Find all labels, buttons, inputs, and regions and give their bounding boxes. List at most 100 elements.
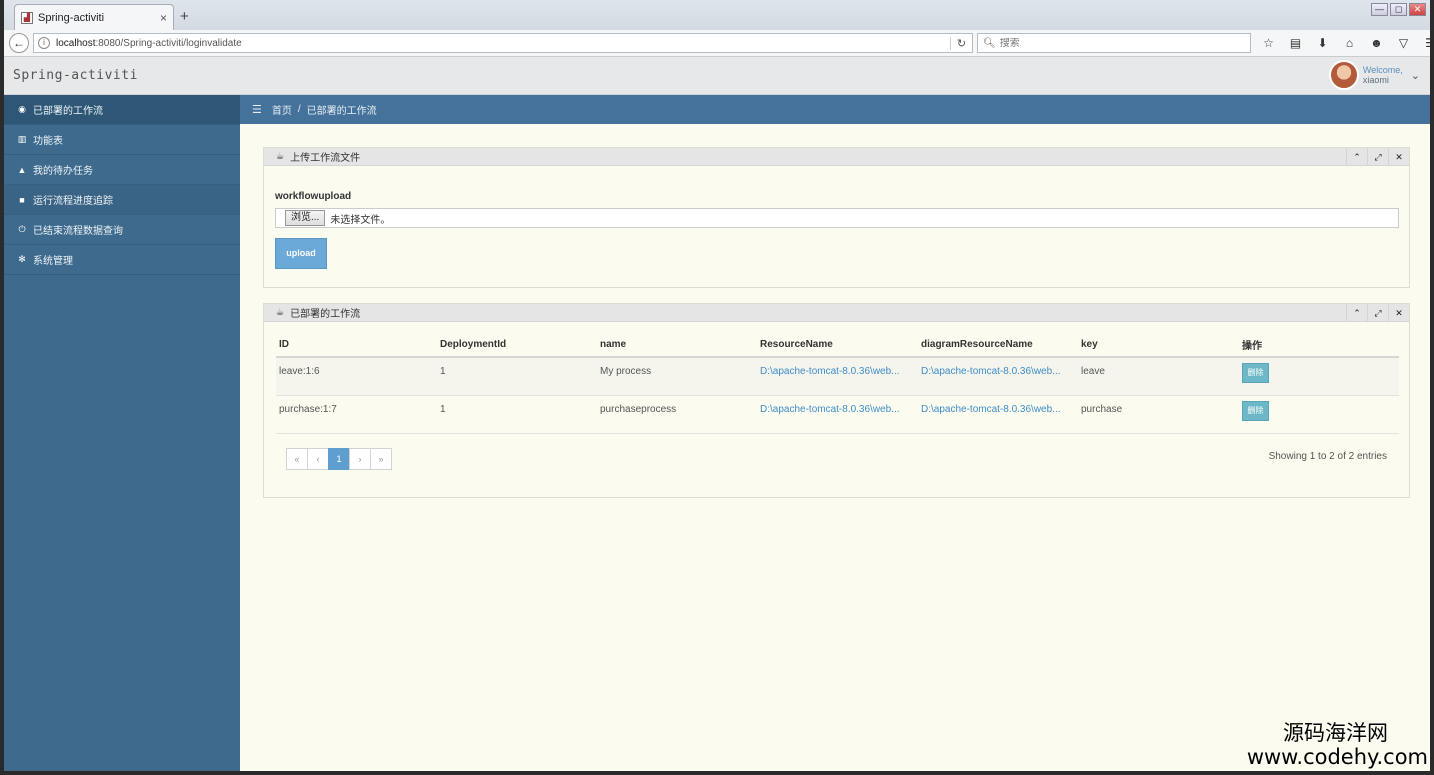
window-controls: — ◻ ✕ (1371, 3, 1426, 16)
cell-key: leave (1078, 357, 1239, 396)
cell-action: 删除 (1239, 395, 1399, 434)
breadcrumb-current: 已部署的工作流 (306, 106, 377, 117)
collapse-icon[interactable]: ⌃ (1346, 303, 1367, 322)
maximize-button[interactable]: ◻ (1390, 3, 1407, 16)
avatar[interactable] (1328, 60, 1359, 90)
tab-close-icon[interactable]: × (160, 11, 167, 25)
no-file-text: 未选择文件。 (330, 214, 391, 226)
minimize-button[interactable]: — (1371, 3, 1388, 16)
search-box[interactable]: 🔍︎ (977, 33, 1251, 53)
column-header-diagram-resource-name[interactable]: diagramResourceName (918, 332, 1078, 358)
sidebar-item-my-tasks[interactable]: ▲ 我的待办任务 (4, 155, 240, 185)
bar-chart-icon: ▥ (17, 134, 27, 144)
chat-icon[interactable]: ☻ (1368, 35, 1385, 51)
breadcrumb-home[interactable]: 首页 (272, 102, 292, 117)
sidebar-item-process-tracking[interactable]: ■ 运行流程进度追踪 (4, 185, 240, 215)
browser-tab[interactable]: ▟ Spring-activiti × (14, 4, 174, 30)
upload-button[interactable]: upload (275, 238, 327, 269)
cell-diagram-resource-name: D:\apache-tomcat-8.0.36\web... (918, 395, 1078, 434)
column-header-name[interactable]: name (597, 332, 757, 358)
reading-list-icon[interactable]: ▤ (1287, 35, 1304, 51)
sidebar-item-finished-processes[interactable]: ⏻ 已结束流程数据查询 (4, 215, 240, 245)
user-welcome[interactable]: Welcome, xiaomi (1363, 65, 1403, 85)
back-arrow-icon[interactable]: ← (9, 33, 29, 53)
app-header: Spring-activiti Welcome, xiaomi ⌄ (4, 57, 1430, 95)
workflow-upload-label: workflowupload (275, 191, 352, 202)
expand-icon[interactable]: ⤢ (1367, 147, 1388, 166)
search-icon: 🔍︎ (983, 37, 996, 49)
page-current-button[interactable]: 1 (328, 448, 350, 470)
column-header-resource-name[interactable]: ResourceName (757, 332, 918, 358)
page-first-button[interactable]: « (286, 448, 308, 470)
pocket-icon[interactable]: ▽ (1395, 35, 1412, 51)
delete-button[interactable]: 删除 (1242, 400, 1269, 421)
pagination: « ‹ 1 › » (286, 448, 392, 470)
cell-id: leave:1:6 (276, 357, 437, 396)
sidebar-item-label: 功能表 (33, 136, 63, 147)
table-row: purchase:1:7 1 purchaseprocess D:\apache… (276, 395, 1399, 434)
file-input[interactable]: 浏览... 未选择文件。 (275, 208, 1399, 228)
table-row: leave:1:6 1 My process D:\apache-tomcat-… (276, 357, 1399, 396)
user-menu[interactable]: Welcome, xiaomi ⌄ (1328, 60, 1420, 90)
sidebar-item-label: 已结束流程数据查询 (33, 226, 123, 237)
info-icon[interactable]: i (38, 37, 50, 49)
browse-button[interactable]: 浏览... (285, 210, 326, 226)
sidebar-item-label: 我的待办任务 (33, 166, 93, 177)
cell-resource-name: D:\apache-tomcat-8.0.36\web... (757, 357, 918, 396)
cell-diagram-resource-name: D:\apache-tomcat-8.0.36\web... (918, 357, 1078, 396)
workflow-table: ID DeploymentId name ResourceName diagra… (276, 332, 1399, 434)
home-icon[interactable]: ⌂ (1341, 35, 1358, 51)
column-header-deployment-id[interactable]: DeploymentId (437, 332, 597, 358)
username: xiaomi (1362, 75, 1389, 85)
main-content: ☰ 首页 / 已部署的工作流 ☕︎ 上传工作流文件 ⌃ ⤢ ✕ workflow… (240, 95, 1430, 771)
resource-link[interactable]: D:\apache-tomcat-8.0.36\web... (760, 366, 900, 377)
truck-icon: ■ (19, 194, 25, 205)
close-icon[interactable]: ✕ (1388, 147, 1409, 166)
window-close-button[interactable]: ✕ (1409, 3, 1426, 16)
search-input[interactable] (999, 37, 1240, 49)
page-last-button[interactable]: » (370, 448, 392, 470)
column-header-action: 操作 (1239, 332, 1399, 358)
address-bar[interactable]: i localhost:8080/Spring-activiti/loginva… (33, 33, 973, 53)
url-path: :8080/Spring-activiti/loginvalidate (95, 37, 242, 49)
expand-icon[interactable]: ⤢ (1367, 303, 1388, 322)
sidebar-item-label: 系统管理 (33, 256, 73, 267)
reload-icon[interactable]: ↻ (950, 36, 972, 50)
upload-panel-header: ☕︎ 上传工作流文件 ⌃ ⤢ ✕ (264, 147, 1409, 166)
upload-panel-title: 上传工作流文件 (290, 153, 361, 164)
menu-toggle-icon[interactable]: ☰ (252, 103, 262, 116)
url-text[interactable]: localhost:8080/Spring-activiti/loginvali… (56, 38, 950, 49)
column-header-key[interactable]: key (1078, 332, 1239, 358)
chevron-down-icon[interactable]: ⌄ (1411, 69, 1420, 82)
download-icon[interactable]: ⬇ (1314, 35, 1331, 51)
page-next-button[interactable]: › (349, 448, 371, 470)
dashboard-icon: ◉ (18, 104, 26, 114)
bookmark-star-icon[interactable]: ☆ (1260, 35, 1277, 51)
sidebar-item-function-table[interactable]: ▥ 功能表 (4, 125, 240, 155)
sidebar-item-system-management[interactable]: ✻ 系统管理 (4, 245, 240, 275)
entries-info: Showing 1 to 2 of 2 entries (1268, 451, 1387, 462)
coffee-icon: ☕︎ (276, 307, 285, 317)
cell-deployment-id: 1 (437, 395, 597, 434)
collapse-icon[interactable]: ⌃ (1346, 147, 1367, 166)
page-prev-button[interactable]: ‹ (307, 448, 329, 470)
close-icon[interactable]: ✕ (1388, 303, 1409, 322)
table-panel-header: ☕︎ 已部署的工作流 ⌃ ⤢ ✕ (264, 303, 1409, 322)
delete-button[interactable]: 删除 (1242, 363, 1269, 383)
power-icon: ⏻ (18, 224, 26, 234)
brand-title[interactable]: Spring-activiti (13, 68, 138, 83)
diagram-link[interactable]: D:\apache-tomcat-8.0.36\web... (921, 366, 1061, 377)
tab-title: Spring-activiti (38, 11, 105, 24)
new-tab-button[interactable]: + (180, 8, 189, 25)
sidebar-item-deployed-workflows[interactable]: ◉ 已部署的工作流 (4, 95, 240, 125)
coffee-icon: ☕︎ (276, 151, 285, 161)
sidebar: ◉ 已部署的工作流 ▥ 功能表 ▲ 我的待办任务 ■ 运行流程进度追踪 ⏻ 已结… (4, 95, 240, 771)
cell-deployment-id: 1 (437, 357, 597, 396)
url-host: localhost (56, 37, 96, 49)
column-header-id[interactable]: ID (276, 332, 437, 358)
diagram-link[interactable]: D:\apache-tomcat-8.0.36\web... (921, 404, 1061, 415)
browser-toolbar: ☆ ▤ ⬇ ⌂ ☻ ▽ ☰ (1260, 35, 1430, 51)
hamburger-menu-icon[interactable]: ☰ (1422, 35, 1430, 51)
navigation-bar: ← i localhost:8080/Spring-activiti/login… (4, 30, 1430, 57)
resource-link[interactable]: D:\apache-tomcat-8.0.36\web... (760, 404, 900, 415)
